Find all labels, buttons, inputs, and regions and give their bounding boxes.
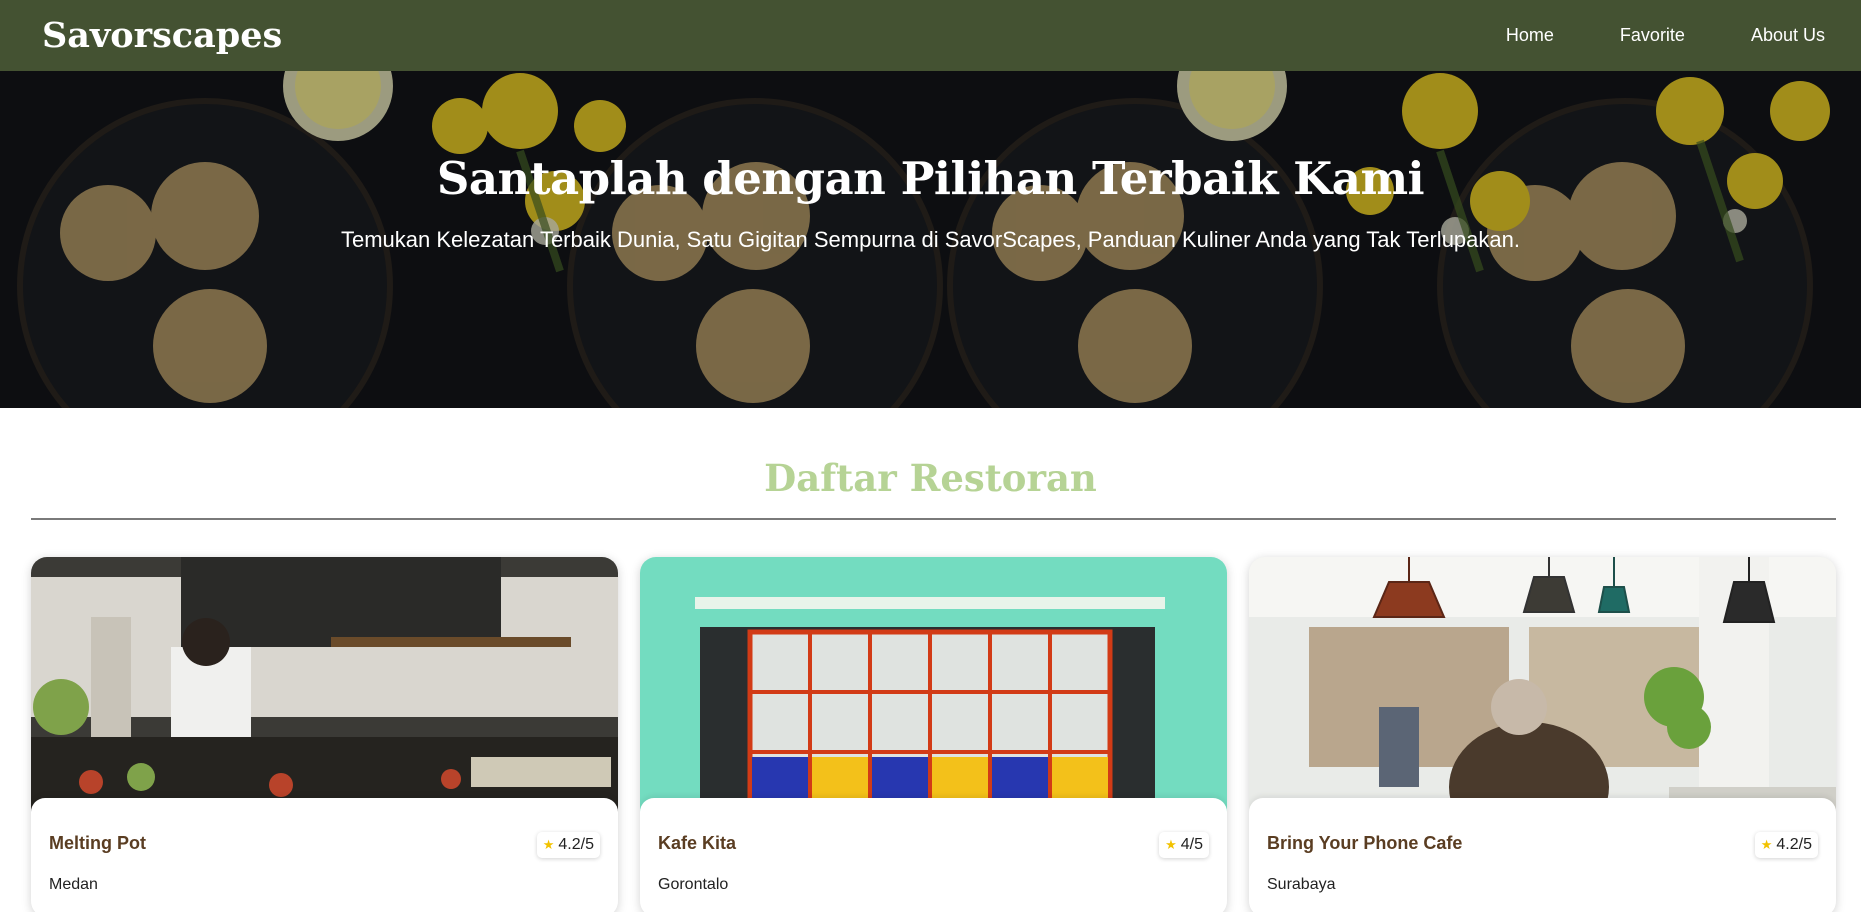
restaurant-image bbox=[1249, 557, 1836, 817]
rating-badge: ★ 4/5 bbox=[1159, 832, 1209, 858]
restaurant-name[interactable]: Melting Pot bbox=[49, 833, 146, 854]
card-body: Bring Your Phone Cafe ★ 4.2/5 Surabaya bbox=[1249, 798, 1836, 912]
card-body: Kafe Kita ★ 4/5 Gorontalo bbox=[640, 798, 1227, 912]
restaurant-name[interactable]: Bring Your Phone Cafe bbox=[1267, 833, 1462, 854]
restaurant-list: Melting Pot ★ 4.2/5 Medan Kafe Kita ★ 4/… bbox=[31, 557, 1836, 912]
restaurant-card[interactable]: Bring Your Phone Cafe ★ 4.2/5 Surabaya bbox=[1249, 557, 1836, 912]
navbar: Savorscapes Home Favorite About Us bbox=[0, 0, 1861, 71]
hero-title: Santaplah dengan Pilihan Terbaik Kami bbox=[436, 152, 1425, 205]
rating-badge: ★ 4.2/5 bbox=[1754, 832, 1818, 858]
heading-divider bbox=[31, 518, 1836, 520]
restaurant-card[interactable]: Melting Pot ★ 4.2/5 Medan bbox=[31, 557, 618, 912]
nav-link-home[interactable]: Home bbox=[1440, 25, 1554, 46]
nav-link-favorite[interactable]: Favorite bbox=[1554, 25, 1685, 46]
restaurant-image bbox=[640, 557, 1227, 817]
card-body: Melting Pot ★ 4.2/5 Medan bbox=[31, 798, 618, 912]
star-icon: ★ bbox=[1165, 837, 1177, 852]
restaurant-city: Surabaya bbox=[1267, 876, 1336, 893]
star-icon: ★ bbox=[1760, 837, 1773, 852]
restaurant-image bbox=[31, 557, 618, 817]
restaurant-card[interactable]: Kafe Kita ★ 4/5 Gorontalo bbox=[640, 557, 1227, 912]
rating-badge: ★ 4.2/5 bbox=[536, 832, 600, 858]
restaurant-city: Gorontalo bbox=[658, 876, 729, 893]
nav-links: Home Favorite About Us bbox=[1440, 0, 1825, 71]
rating-value: 4.2/5 bbox=[558, 836, 594, 853]
brand-logo[interactable]: Savorscapes bbox=[42, 15, 282, 56]
hero-subtitle: Temukan Kelezatan Terbaik Dunia, Satu Gi… bbox=[341, 227, 1520, 252]
star-icon: ★ bbox=[542, 837, 555, 852]
rating-value: 4.2/5 bbox=[1776, 836, 1812, 853]
nav-link-about-us[interactable]: About Us bbox=[1685, 25, 1825, 46]
hero-banner: Santaplah dengan Pilihan Terbaik Kami Te… bbox=[0, 71, 1861, 408]
rating-value: 4/5 bbox=[1180, 836, 1203, 853]
restaurant-city: Medan bbox=[49, 876, 98, 893]
restaurant-name[interactable]: Kafe Kita bbox=[658, 833, 736, 854]
restaurant-list-heading: Daftar Restoran bbox=[764, 456, 1097, 500]
